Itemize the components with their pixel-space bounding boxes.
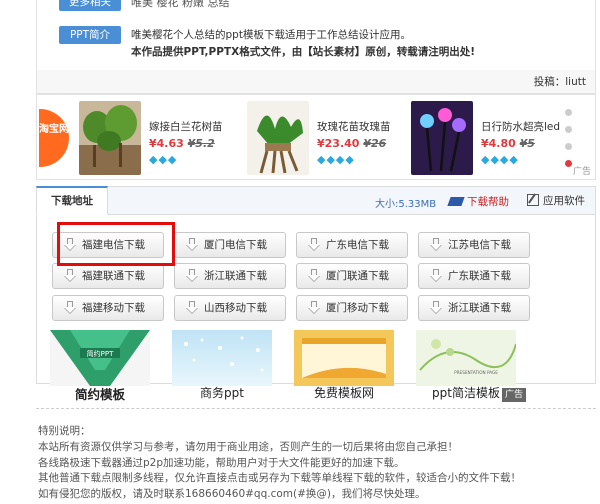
carousel-dot[interactable] [565, 109, 572, 116]
ad-carousel: 淘宝网 嫁接白兰花树苗 ¥4.63 ¥5.2 ◆◆◆ 玫瑰花苗玫瑰苗 ¥23.4… [36, 94, 596, 180]
ppt-intro-tag: PPT简介 [59, 26, 121, 44]
download-button-zhejiang-unicom-2[interactable]: 浙江联通下载 [418, 295, 530, 321]
ad-product-1[interactable]: 嫁接白兰花树苗 ¥4.63 ¥5.2 ◆◆◆ [79, 101, 259, 177]
related-keywords[interactable]: 唯美 樱花 粉嫩 总结 [131, 0, 230, 10]
resource-info-panel: 更多相关 唯美 樱花 粉嫩 总结 PPT简介 唯美樱花个人总结的ppt模板下载适… [36, 0, 596, 72]
notes-line: 其他普通下载点限制多线程，仅允许直接点击或另存为下载等单线程下载的软件，较适合小… [38, 472, 521, 485]
ad-product-price: ¥4.80 ¥5 [481, 137, 535, 150]
led-light-image [411, 101, 473, 175]
highlight-annotation [57, 222, 175, 266]
seller-rating-gems: ◆◆◆ [149, 153, 178, 166]
more-related-tag[interactable]: 更多相关 [59, 0, 121, 11]
download-arrow-icon [185, 269, 199, 281]
ad-product-price: ¥4.63 ¥5.2 [149, 137, 215, 150]
download-button-fujian-mobile[interactable]: 福建移动下载 [52, 295, 164, 321]
download-button-shanxi-mobile[interactable]: 山西移动下载 [174, 295, 286, 321]
app-software-link[interactable]: 应用软件 [527, 193, 585, 208]
plant-seedling-image [79, 101, 141, 175]
ad-product-name[interactable]: 玫瑰花苗玫瑰苗 [317, 119, 391, 134]
download-arrow-icon [63, 269, 77, 281]
template-caption[interactable]: 免费模板网 [294, 384, 394, 401]
carousel-pagination [565, 109, 573, 177]
ad-product-2[interactable]: 玫瑰花苗玫瑰苗 ¥23.40 ¥26 ◆◆◆◆ [247, 101, 427, 177]
notes-line: 本站所有资源仅供学习与参考，请勿用于商业用途，否则产生的一切后果将由您自己承担！ [38, 440, 458, 453]
carousel-dot[interactable] [565, 143, 572, 150]
template-thumbnail [294, 330, 394, 386]
template-caption[interactable]: ppt简洁模板 [416, 384, 516, 401]
carousel-dot-active[interactable] [565, 160, 572, 167]
download-arrow-icon [307, 269, 321, 281]
download-arrow-icon [429, 269, 443, 281]
ppt-description: 唯美樱花个人总结的ppt模板下载适用于工作总结设计应用。 [131, 29, 411, 41]
download-button-xiamen-telecom[interactable]: 厦门电信下载 [174, 232, 286, 258]
carousel-dot[interactable] [565, 126, 572, 133]
download-arrow-icon [429, 301, 443, 313]
template-caption[interactable]: 商务ppt [172, 384, 272, 401]
edit-icon [527, 194, 539, 206]
seller-rating-gems: ◆◆◆◆ [317, 153, 355, 166]
download-arrow-icon [307, 238, 321, 250]
taobao-logo[interactable]: 淘宝网 [39, 109, 69, 167]
ad-product-name[interactable]: 日行防水超亮led [481, 119, 560, 134]
download-help-label: 下载帮助 [467, 196, 509, 208]
template-thumb-text: PRESENTATION PAGE [454, 370, 498, 375]
ad-product-3[interactable]: 日行防水超亮led ¥4.80 ¥5 ◆◆◆◆ [411, 101, 571, 177]
ad-label: 广告 [502, 388, 526, 402]
divider [36, 408, 596, 409]
notes-title: 特别说明： [38, 425, 91, 437]
template-free[interactable]: 免费模板网 [294, 330, 394, 400]
download-arrow-icon [185, 238, 199, 250]
download-button-fujian-unicom[interactable]: 福建联通下载 [52, 263, 164, 289]
template-caption[interactable]: 简约模板 [50, 384, 150, 403]
ad-product-price: ¥23.40 ¥26 [317, 137, 387, 150]
tab-download-address[interactable]: 下载地址 [36, 186, 108, 215]
notes-line: 各线路极速下载器通过p2p加速功能，帮助用户对于大文件能更好的加速下载。 [38, 456, 405, 469]
download-arrow-icon [63, 301, 77, 313]
app-software-label: 应用软件 [543, 195, 585, 207]
template-business[interactable]: 商务ppt [172, 330, 272, 400]
notes-line: 如有侵犯您的版权，请及时联系168660460#qq.com(#换@)，我们将尽… [38, 488, 426, 501]
uploader-label: 投稿：liutt [533, 76, 586, 88]
download-arrow-icon [307, 301, 321, 313]
template-thumb-text: 简约PPT [87, 349, 114, 358]
template-thumbnail [172, 330, 272, 386]
download-button-xiamen-unicom[interactable]: 厦门联通下载 [296, 263, 408, 289]
seller-rating-gems: ◆◆◆◆ [481, 153, 519, 166]
download-button-zhejiang-unicom[interactable]: 浙江联通下载 [174, 263, 286, 289]
rose-seedling-image [247, 101, 309, 175]
download-arrow-icon [429, 238, 443, 250]
download-header: 下载地址 大小:5.33MB 下载帮助 应用软件 [36, 186, 595, 215]
ad-label: 广告 [572, 167, 591, 177]
uploader-bar [36, 70, 596, 94]
file-size: 大小:5.33MB [375, 199, 437, 210]
copyright-notice: 本作品提供PPT,PPTX格式文件，由【站长素材】原创，转载请注明出处! [131, 46, 475, 58]
download-button-xiamen-mobile[interactable]: 厦门移动下载 [296, 295, 408, 321]
download-help-link[interactable]: 下载帮助 [447, 194, 509, 209]
special-notes: 特别说明： 本站所有资源仅供学习与参考，请勿用于商业用途，否则产生的一切后果将由… [38, 424, 598, 503]
book-icon [447, 197, 465, 206]
download-button-guangdong-telecom[interactable]: 广东电信下载 [296, 232, 408, 258]
template-clean[interactable]: PRESENTATION PAGE ppt简洁模板 [416, 330, 516, 400]
download-button-guangdong-unicom[interactable]: 广东联通下载 [418, 263, 530, 289]
download-arrow-icon [185, 301, 199, 313]
download-button-jiangsu-telecom[interactable]: 江苏电信下载 [418, 232, 530, 258]
template-simple[interactable]: 简约PPT 简约模板 [50, 330, 150, 403]
template-thumbnail: PRESENTATION PAGE [416, 330, 516, 386]
template-thumbnail: 简约PPT [50, 330, 150, 386]
ad-product-name[interactable]: 嫁接白兰花树苗 [149, 119, 223, 134]
